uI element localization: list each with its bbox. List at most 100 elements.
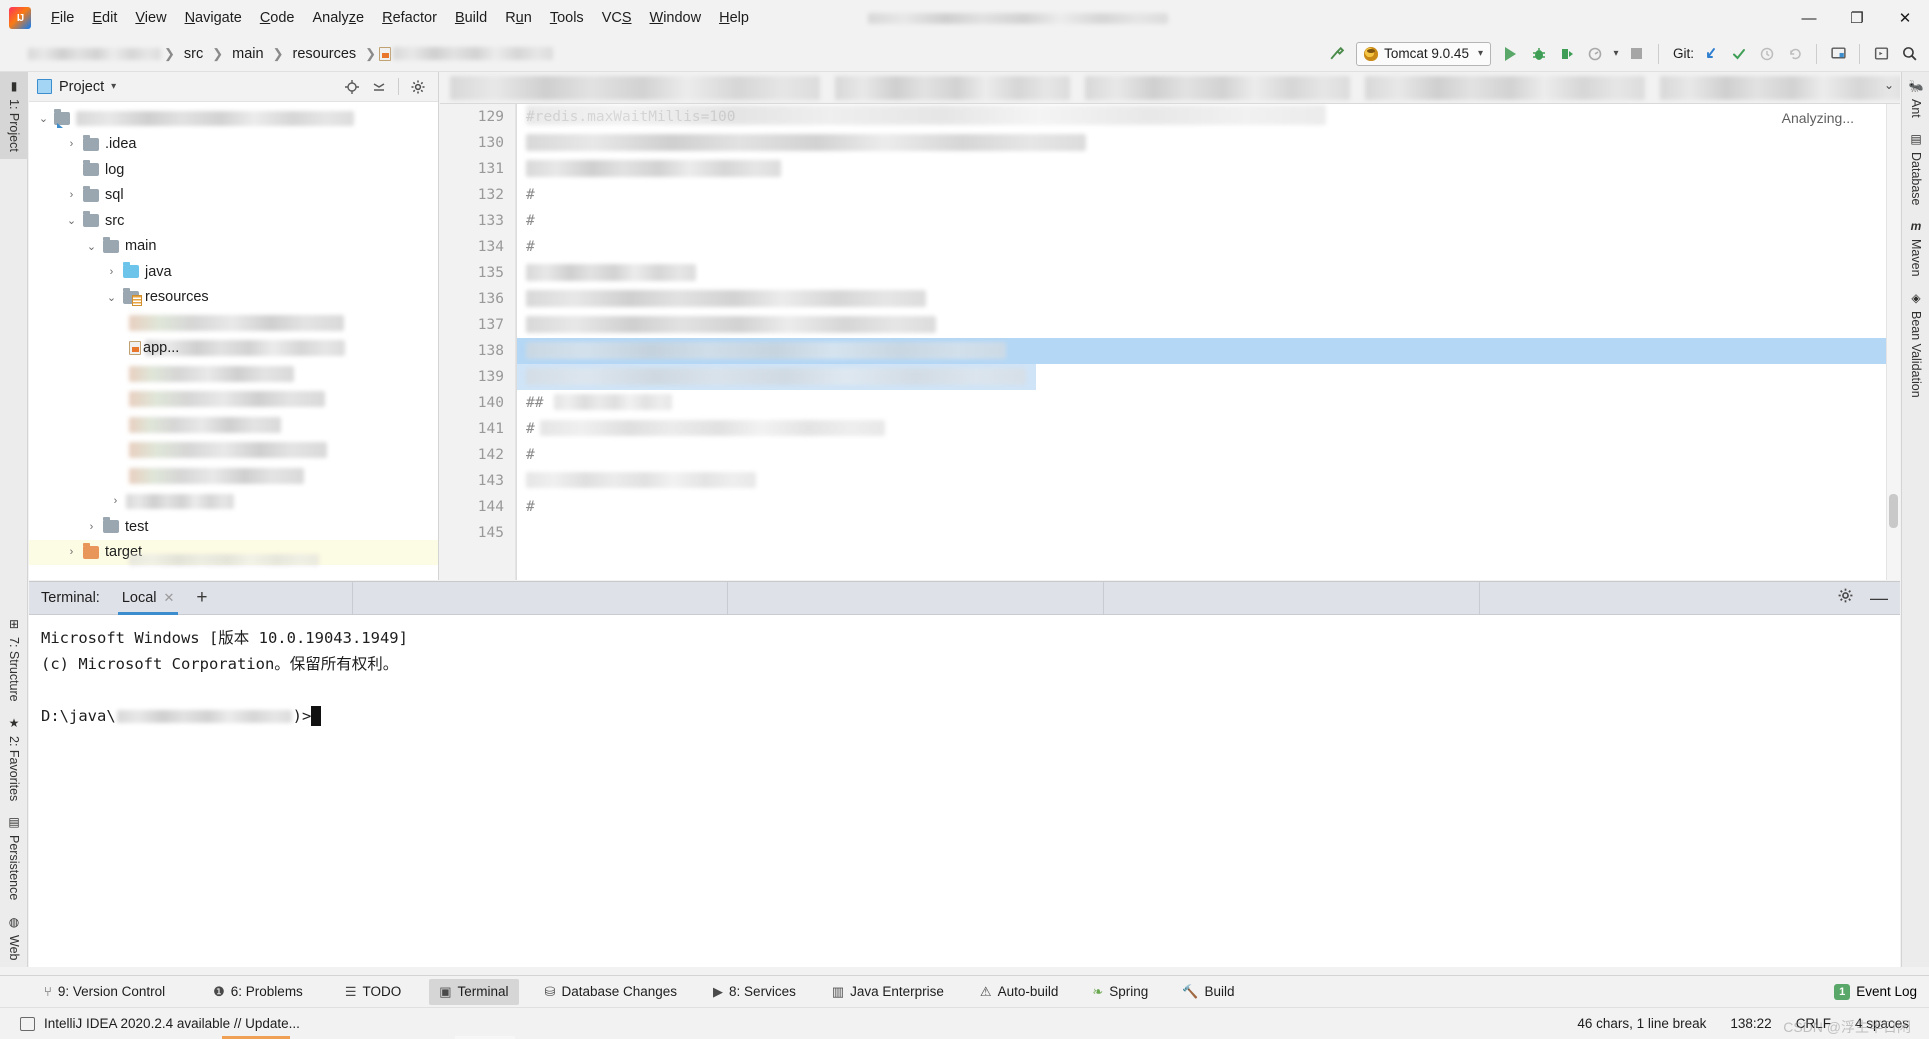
chevron-down-icon[interactable]: ⌄ [65,214,78,227]
menu-navigate[interactable]: Navigate [176,6,251,30]
layout-icon[interactable] [1867,40,1895,68]
tool-button-java-enterprise[interactable]: ▥ Java Enterprise [822,979,954,1005]
close-button[interactable]: ✕ [1881,0,1929,36]
menu-file[interactable]: File [42,6,83,30]
tree-row-test[interactable]: › test [29,514,438,540]
tree-row-target[interactable]: › target [29,539,438,565]
git-history-clock-icon[interactable] [1753,40,1781,68]
code-line[interactable] [516,312,1900,338]
settings-icon[interactable] [1824,40,1852,68]
minimize-icon[interactable]: — [1870,589,1888,607]
indent-label[interactable]: 4 spaces [1855,1016,1909,1031]
close-icon[interactable]: ✕ [164,590,175,606]
code-line[interactable]: ## [516,390,1900,416]
tree-row-folder-redacted[interactable]: › [29,489,438,515]
tree-row-resources[interactable]: ⌄ resources [29,285,438,311]
menu-analyze[interactable]: Analyze [304,6,374,30]
code-line[interactable] [516,468,1900,494]
editor-tab-redacted[interactable] [835,76,1070,100]
chevron-down-icon[interactable]: ⌄ [85,240,98,253]
add-terminal-tab-button[interactable]: + [184,587,219,609]
event-log-button[interactable]: 1 Event Log [1834,983,1929,1000]
status-message[interactable]: IntelliJ IDEA 2020.2.4 available // Upda… [44,1016,300,1031]
chevron-down-icon[interactable]: ⌄ [105,291,118,304]
terminal-tab-local[interactable]: Local ✕ [112,582,185,615]
code-line[interactable]: #redis.maxWaitMillis=100 [516,104,1900,130]
tool-button-terminal[interactable]: ▣ Terminal [429,978,519,1005]
stop-icon[interactable] [1623,40,1651,68]
tree-row-java[interactable]: › java [29,259,438,285]
menu-run[interactable]: Run [496,6,541,30]
tool-button-todo[interactable]: ☰ TODO [335,979,411,1005]
code-line[interactable]: # [516,182,1900,208]
editor-tab-redacted[interactable] [1660,76,1900,100]
tree-row-file-redacted[interactable] [29,438,438,464]
sidebar-item-favorites[interactable]: ★ 2: Favorites [0,709,28,808]
breadcrumb-file-redacted[interactable] [393,47,554,60]
search-everywhere-icon[interactable] [1895,40,1923,68]
code-line[interactable] [516,286,1900,312]
code-line[interactable]: # [516,208,1900,234]
build-hammer-icon[interactable] [1322,40,1350,68]
menu-tools[interactable]: Tools [541,6,593,30]
profile-dropdown-chevron-icon[interactable]: ▾ [1609,40,1623,68]
profile-icon[interactable] [1581,40,1609,68]
sidebar-item-web[interactable]: ◍ Web [0,908,28,967]
sidebar-item-project[interactable]: ▮ 1: Project [0,72,28,159]
menu-help[interactable]: Help [710,6,758,30]
run-configuration-selector[interactable]: Tomcat 9.0.45 ▾ [1356,41,1491,66]
menu-build[interactable]: Build [446,6,496,30]
sidebar-item-ant[interactable]: 🐜 Ant [1902,72,1929,125]
chevron-right-icon[interactable]: › [65,546,78,558]
breadcrumb-project-redacted[interactable] [28,47,161,60]
breadcrumb-resources[interactable]: resources [287,44,363,64]
code-line[interactable] [516,520,1900,546]
sidebar-item-persistence[interactable]: ▤ Persistence [0,808,28,907]
tool-button-spring[interactable]: ❧ Spring [1082,979,1158,1005]
menu-code[interactable]: Code [251,6,304,30]
run-with-coverage-icon[interactable] [1553,40,1581,68]
chevron-down-icon[interactable]: ▾ [111,81,116,92]
editor-tab-redacted[interactable] [1085,76,1350,100]
sidebar-item-database[interactable]: ▤ Database [1902,125,1929,213]
chevron-down-icon[interactable]: ⌄ [37,112,50,125]
tool-button-database-changes[interactable]: ⛁ Database Changes [535,979,688,1005]
code-folding-bar[interactable] [516,104,526,580]
minimize-button[interactable]: — [1785,0,1833,36]
tree-row-src[interactable]: ⌄ src [29,208,438,234]
collapse-all-icon[interactable] [367,75,391,99]
gear-icon[interactable] [1837,587,1854,609]
tool-button-services[interactable]: ▶ 8: Services [703,979,806,1005]
code-line[interactable] [516,130,1900,156]
tree-row-file-redacted[interactable] [29,412,438,438]
maximize-button[interactable]: ❐ [1833,0,1881,36]
code-line[interactable]: # [516,416,1900,442]
editor-tab-redacted[interactable] [1365,76,1645,100]
tree-row-file-redacted[interactable] [29,310,438,336]
git-commit-checkmark-icon[interactable] [1725,40,1753,68]
chevron-right-icon[interactable]: › [105,266,118,278]
chevron-right-icon[interactable]: › [109,495,122,507]
sidebar-item-bean-validation[interactable]: ◈ Bean Validation [1902,284,1929,405]
code-line[interactable] [516,156,1900,182]
chevron-right-icon[interactable]: › [65,189,78,201]
sidebar-item-structure[interactable]: ⊞ 7: Structure [0,610,28,709]
tree-row-file-app-properties[interactable]: app... [29,336,438,362]
gear-icon[interactable] [406,75,430,99]
tree-row-log[interactable]: log [29,157,438,183]
debug-bug-icon[interactable] [1525,40,1553,68]
code-line[interactable]: # [516,234,1900,260]
menu-vcs[interactable]: VCS [593,6,641,30]
tool-button-problems[interactable]: ❶ 6: Problems [203,979,313,1005]
tool-button-version-control[interactable]: ⑂ 9: Version Control [34,979,175,1005]
git-update-project-icon[interactable] [1697,40,1725,68]
code-line-selected[interactable] [516,338,1900,364]
code-line[interactable]: # [516,494,1900,520]
menu-edit[interactable]: Edit [83,6,126,30]
breadcrumb-main[interactable]: main [226,44,269,64]
editor-scrollbar-thumb[interactable] [1889,494,1898,528]
crosshair-locate-icon[interactable] [340,75,364,99]
chevron-right-icon[interactable]: › [85,521,98,533]
code-line[interactable] [516,260,1900,286]
notification-icon[interactable] [20,1016,35,1031]
